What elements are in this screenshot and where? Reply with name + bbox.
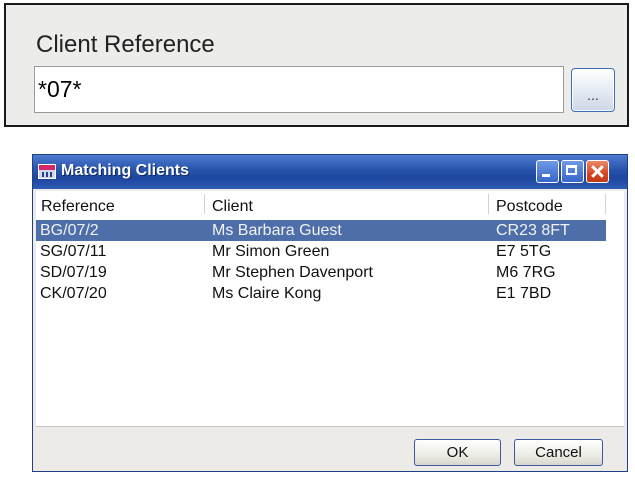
- column-divider[interactable]: [605, 194, 606, 214]
- client-reference-label: Client Reference: [36, 31, 215, 58]
- client-reference-panel: Client Reference ...: [4, 3, 629, 127]
- ok-button[interactable]: OK: [414, 439, 501, 466]
- row-postcode: CR23 8FT: [496, 222, 570, 239]
- row-postcode: M6 7RG: [496, 264, 556, 281]
- row-postcode: E1 7BD: [496, 285, 552, 302]
- row-client: Ms Claire Kong: [212, 285, 322, 302]
- list-header: Reference Client Postcode: [36, 191, 624, 218]
- row-postcode: E7 5TG: [496, 243, 552, 260]
- cancel-button[interactable]: Cancel: [514, 439, 603, 466]
- column-header-client[interactable]: Client: [212, 198, 253, 216]
- browse-button[interactable]: ...: [571, 68, 615, 112]
- row-client: Ms Barbara Guest: [212, 222, 342, 239]
- clients-list[interactable]: Reference Client Postcode BG/07/2 Ms Bar…: [36, 191, 624, 427]
- row-reference: CK/07/20: [40, 285, 107, 302]
- dialog-titlebar[interactable]: Matching Clients: [33, 155, 627, 189]
- client-reference-input[interactable]: [34, 66, 564, 113]
- table-row-selected[interactable]: BG/07/2 Ms Barbara Guest CR23 8FT: [36, 220, 606, 241]
- close-icon[interactable]: [586, 160, 609, 183]
- row-client: Mr Simon Green: [212, 243, 330, 260]
- row-reference: SG/07/11: [40, 243, 107, 260]
- column-divider[interactable]: [204, 194, 205, 214]
- table-row[interactable]: SG/07/11 Mr Simon Green E7 5TG: [36, 241, 606, 262]
- minimize-icon[interactable]: [536, 160, 559, 183]
- table-row[interactable]: SD/07/19 Mr Stephen Davenport M6 7RG: [36, 262, 606, 283]
- row-reference: BG/07/2: [40, 222, 99, 239]
- column-divider[interactable]: [488, 194, 489, 214]
- matching-clients-dialog: Matching Clients Reference Client Postco…: [32, 154, 628, 472]
- maximize-icon[interactable]: [561, 160, 584, 183]
- column-header-reference[interactable]: Reference: [41, 198, 115, 216]
- column-header-postcode[interactable]: Postcode: [496, 198, 563, 216]
- dialog-title: Matching Clients: [61, 162, 190, 179]
- row-reference: SD/07/19: [40, 264, 107, 281]
- app-icon: [38, 164, 56, 179]
- table-row[interactable]: CK/07/20 Ms Claire Kong E1 7BD: [36, 283, 606, 304]
- row-client: Mr Stephen Davenport: [212, 264, 373, 281]
